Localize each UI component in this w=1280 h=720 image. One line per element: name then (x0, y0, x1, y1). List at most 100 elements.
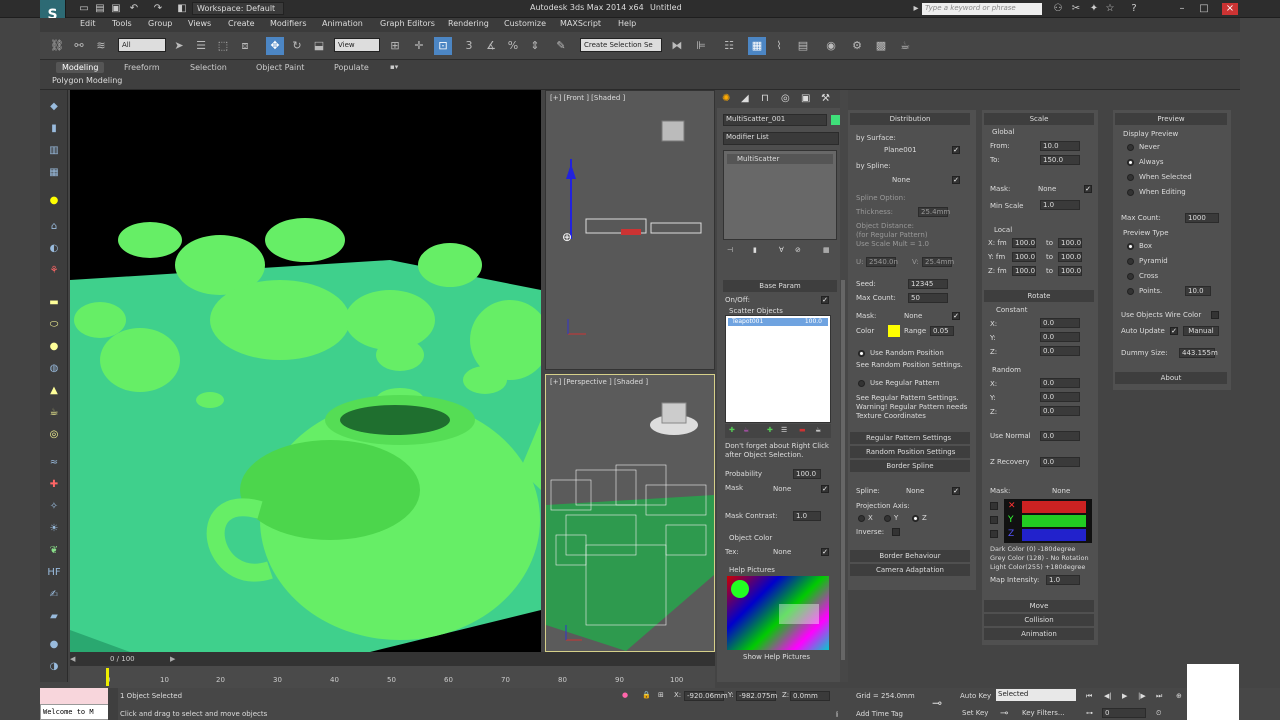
zoom-icon[interactable]: ⊕ (1176, 692, 1182, 700)
help-icon[interactable]: ? (1128, 3, 1140, 15)
box-icon[interactable]: ◆ (46, 100, 62, 114)
isolate-icon[interactable]: ● (622, 691, 628, 699)
cylinder-icon[interactable]: ▮ (46, 122, 62, 136)
z-channel-checkbox[interactable] (990, 530, 998, 538)
curve-editor-icon[interactable]: ⌇ (770, 37, 788, 55)
next-frame-icon[interactable]: |▶ (1138, 692, 1146, 700)
shader-icon[interactable]: ◑ (46, 660, 62, 674)
z-recovery-field[interactable]: 0.0 (1040, 457, 1080, 467)
maxscript-input[interactable] (40, 688, 110, 704)
mask-checkbox[interactable]: ✓ (821, 485, 829, 493)
tex-checkbox[interactable]: ✓ (821, 548, 829, 556)
tex-button[interactable]: None (773, 548, 791, 556)
const-x-field[interactable]: 0.0 (1040, 318, 1080, 328)
menu-animation[interactable]: Animation (322, 19, 363, 28)
selection-filter-dropdown[interactable]: All (118, 38, 166, 52)
x-channel-checkbox[interactable] (990, 502, 998, 510)
plane-icon[interactable]: ▥ (46, 144, 62, 158)
tab-freeform[interactable]: Freeform (118, 62, 166, 73)
layer-icon[interactable]: ☷ (720, 37, 738, 55)
tube-icon[interactable]: ◎ (46, 428, 62, 442)
use-normal-field[interactable]: 0.0 (1040, 431, 1080, 441)
scatter-objects-list[interactable]: Teapot001 100.0 (725, 315, 831, 423)
y-to-field[interactable]: 100.0 (1058, 252, 1082, 262)
helper-icon[interactable]: ◐ (46, 242, 62, 256)
manual-button[interactable]: Manual (1183, 326, 1219, 336)
preview-never-radio[interactable] (1127, 144, 1134, 151)
binoculars-icon[interactable]: ⚇ (1052, 3, 1064, 15)
move-rollout[interactable]: Move (984, 600, 1094, 612)
configure-sets-icon[interactable]: ▦ (823, 246, 830, 254)
add-object-icon[interactable]: ✚ (729, 426, 735, 434)
axis-x-radio[interactable] (858, 515, 865, 522)
paint-icon[interactable]: ▰ (46, 610, 62, 624)
maximize-icon[interactable]: □ (1198, 3, 1210, 15)
render-setup-icon[interactable]: ⚙ (848, 37, 866, 55)
perspective-viewport[interactable]: [+] [Perspective ] [Shaded ] (545, 374, 715, 652)
mirror-icon[interactable]: ⧓ (668, 37, 686, 55)
help-picture-1[interactable] (731, 580, 749, 598)
subscription-icon[interactable]: ✦ (1088, 3, 1100, 15)
time-config-icon[interactable]: ⏲ (1156, 709, 1161, 718)
bind-spacewarp-icon[interactable]: ≋ (92, 37, 110, 55)
x-to-field[interactable]: 100.0 (1058, 238, 1082, 248)
spacewarp-icon[interactable]: ⚘ (46, 264, 62, 278)
rand-z-field[interactable]: 0.0 (1040, 406, 1080, 416)
menu-modifiers[interactable]: Modifiers (270, 19, 307, 28)
hair-icon[interactable]: HF (46, 566, 62, 580)
menu-tools[interactable]: Tools (112, 19, 132, 28)
track-bar[interactable]: 0 10 20 30 40 50 60 70 80 90 100 (70, 666, 715, 688)
preview-always-radio[interactable] (1127, 159, 1134, 166)
geosphere-icon[interactable]: ◍ (46, 362, 62, 376)
seed-field[interactable]: 12345 (908, 279, 948, 289)
select-object-icon[interactable]: ➤ (170, 37, 188, 55)
hierarchy-icon[interactable]: ✚ (46, 478, 62, 492)
rotate-icon[interactable]: ↻ (288, 37, 306, 55)
polygon-modeling-label[interactable]: Polygon Modeling (52, 76, 122, 85)
rot-mask-button[interactable]: None (1052, 487, 1070, 495)
preview-max-count-field[interactable]: 1000 (1185, 213, 1219, 223)
unlink-icon[interactable]: ⚯ (70, 37, 88, 55)
to-field[interactable]: 150.0 (1040, 155, 1080, 165)
rotate-rollout[interactable]: Rotate (984, 290, 1094, 302)
spline-button[interactable]: None (892, 176, 910, 184)
tab-object-paint[interactable]: Object Paint (250, 62, 310, 73)
utilities-tab-icon[interactable]: ⚒ (821, 93, 830, 104)
close-icon[interactable]: × (1222, 3, 1238, 15)
type-box-radio[interactable] (1127, 243, 1134, 250)
make-unique-icon[interactable]: ∀ (779, 246, 784, 254)
rect-selection-icon[interactable]: ⬚ (214, 37, 232, 55)
material-editor-icon[interactable]: ◉ (822, 37, 840, 55)
minimize-icon[interactable]: – (1176, 3, 1188, 15)
panel-scrollbar-thumb[interactable] (841, 280, 845, 660)
animation-rollout[interactable]: Animation (984, 628, 1094, 640)
max-count-field[interactable]: 50 (908, 293, 948, 303)
redo-icon[interactable]: ↷ (152, 3, 164, 15)
menu-graph-editors[interactable]: Graph Editors (380, 19, 435, 28)
ribbon-options-icon[interactable]: ▪▾ (384, 62, 404, 72)
torus-icon[interactable]: ⬭ (46, 318, 62, 332)
absolute-mode-icon[interactable]: ⊞ (658, 691, 664, 699)
search-toggle-icon[interactable]: ▸ (910, 3, 922, 15)
help-pictures-grid[interactable] (727, 576, 829, 650)
teapot-icon[interactable]: ☕ (46, 406, 62, 420)
surface-checkbox[interactable]: ✓ (952, 146, 960, 154)
list-icon[interactable]: ☰ (781, 426, 787, 434)
add-time-tag-button[interactable]: Add Time Tag (856, 710, 903, 718)
move-icon[interactable]: ✥ (266, 37, 284, 55)
hierarchy-tab-icon[interactable]: ⊓ (761, 93, 769, 104)
menu-help[interactable]: Help (618, 19, 636, 28)
shape-icon[interactable]: ▬ (46, 296, 62, 310)
y-from-field[interactable]: 100.0 (1012, 252, 1036, 262)
motion-tab-icon[interactable]: ◎ (781, 93, 790, 104)
render-icon[interactable]: ☕ (896, 37, 914, 55)
dist-mask-button[interactable]: None (904, 312, 922, 320)
preview-when-selected-radio[interactable] (1127, 174, 1134, 181)
communication-icon[interactable]: ✂ (1070, 3, 1082, 15)
goto-start-icon[interactable]: ⏮ (1086, 692, 1092, 701)
brush-icon[interactable]: ✍ (46, 588, 62, 602)
distribution-rollout[interactable]: Distribution (850, 113, 970, 125)
menu-group[interactable]: Group (148, 19, 172, 28)
material-ball-icon[interactable]: ● (46, 638, 62, 652)
rand-x-field[interactable]: 0.0 (1040, 378, 1080, 388)
